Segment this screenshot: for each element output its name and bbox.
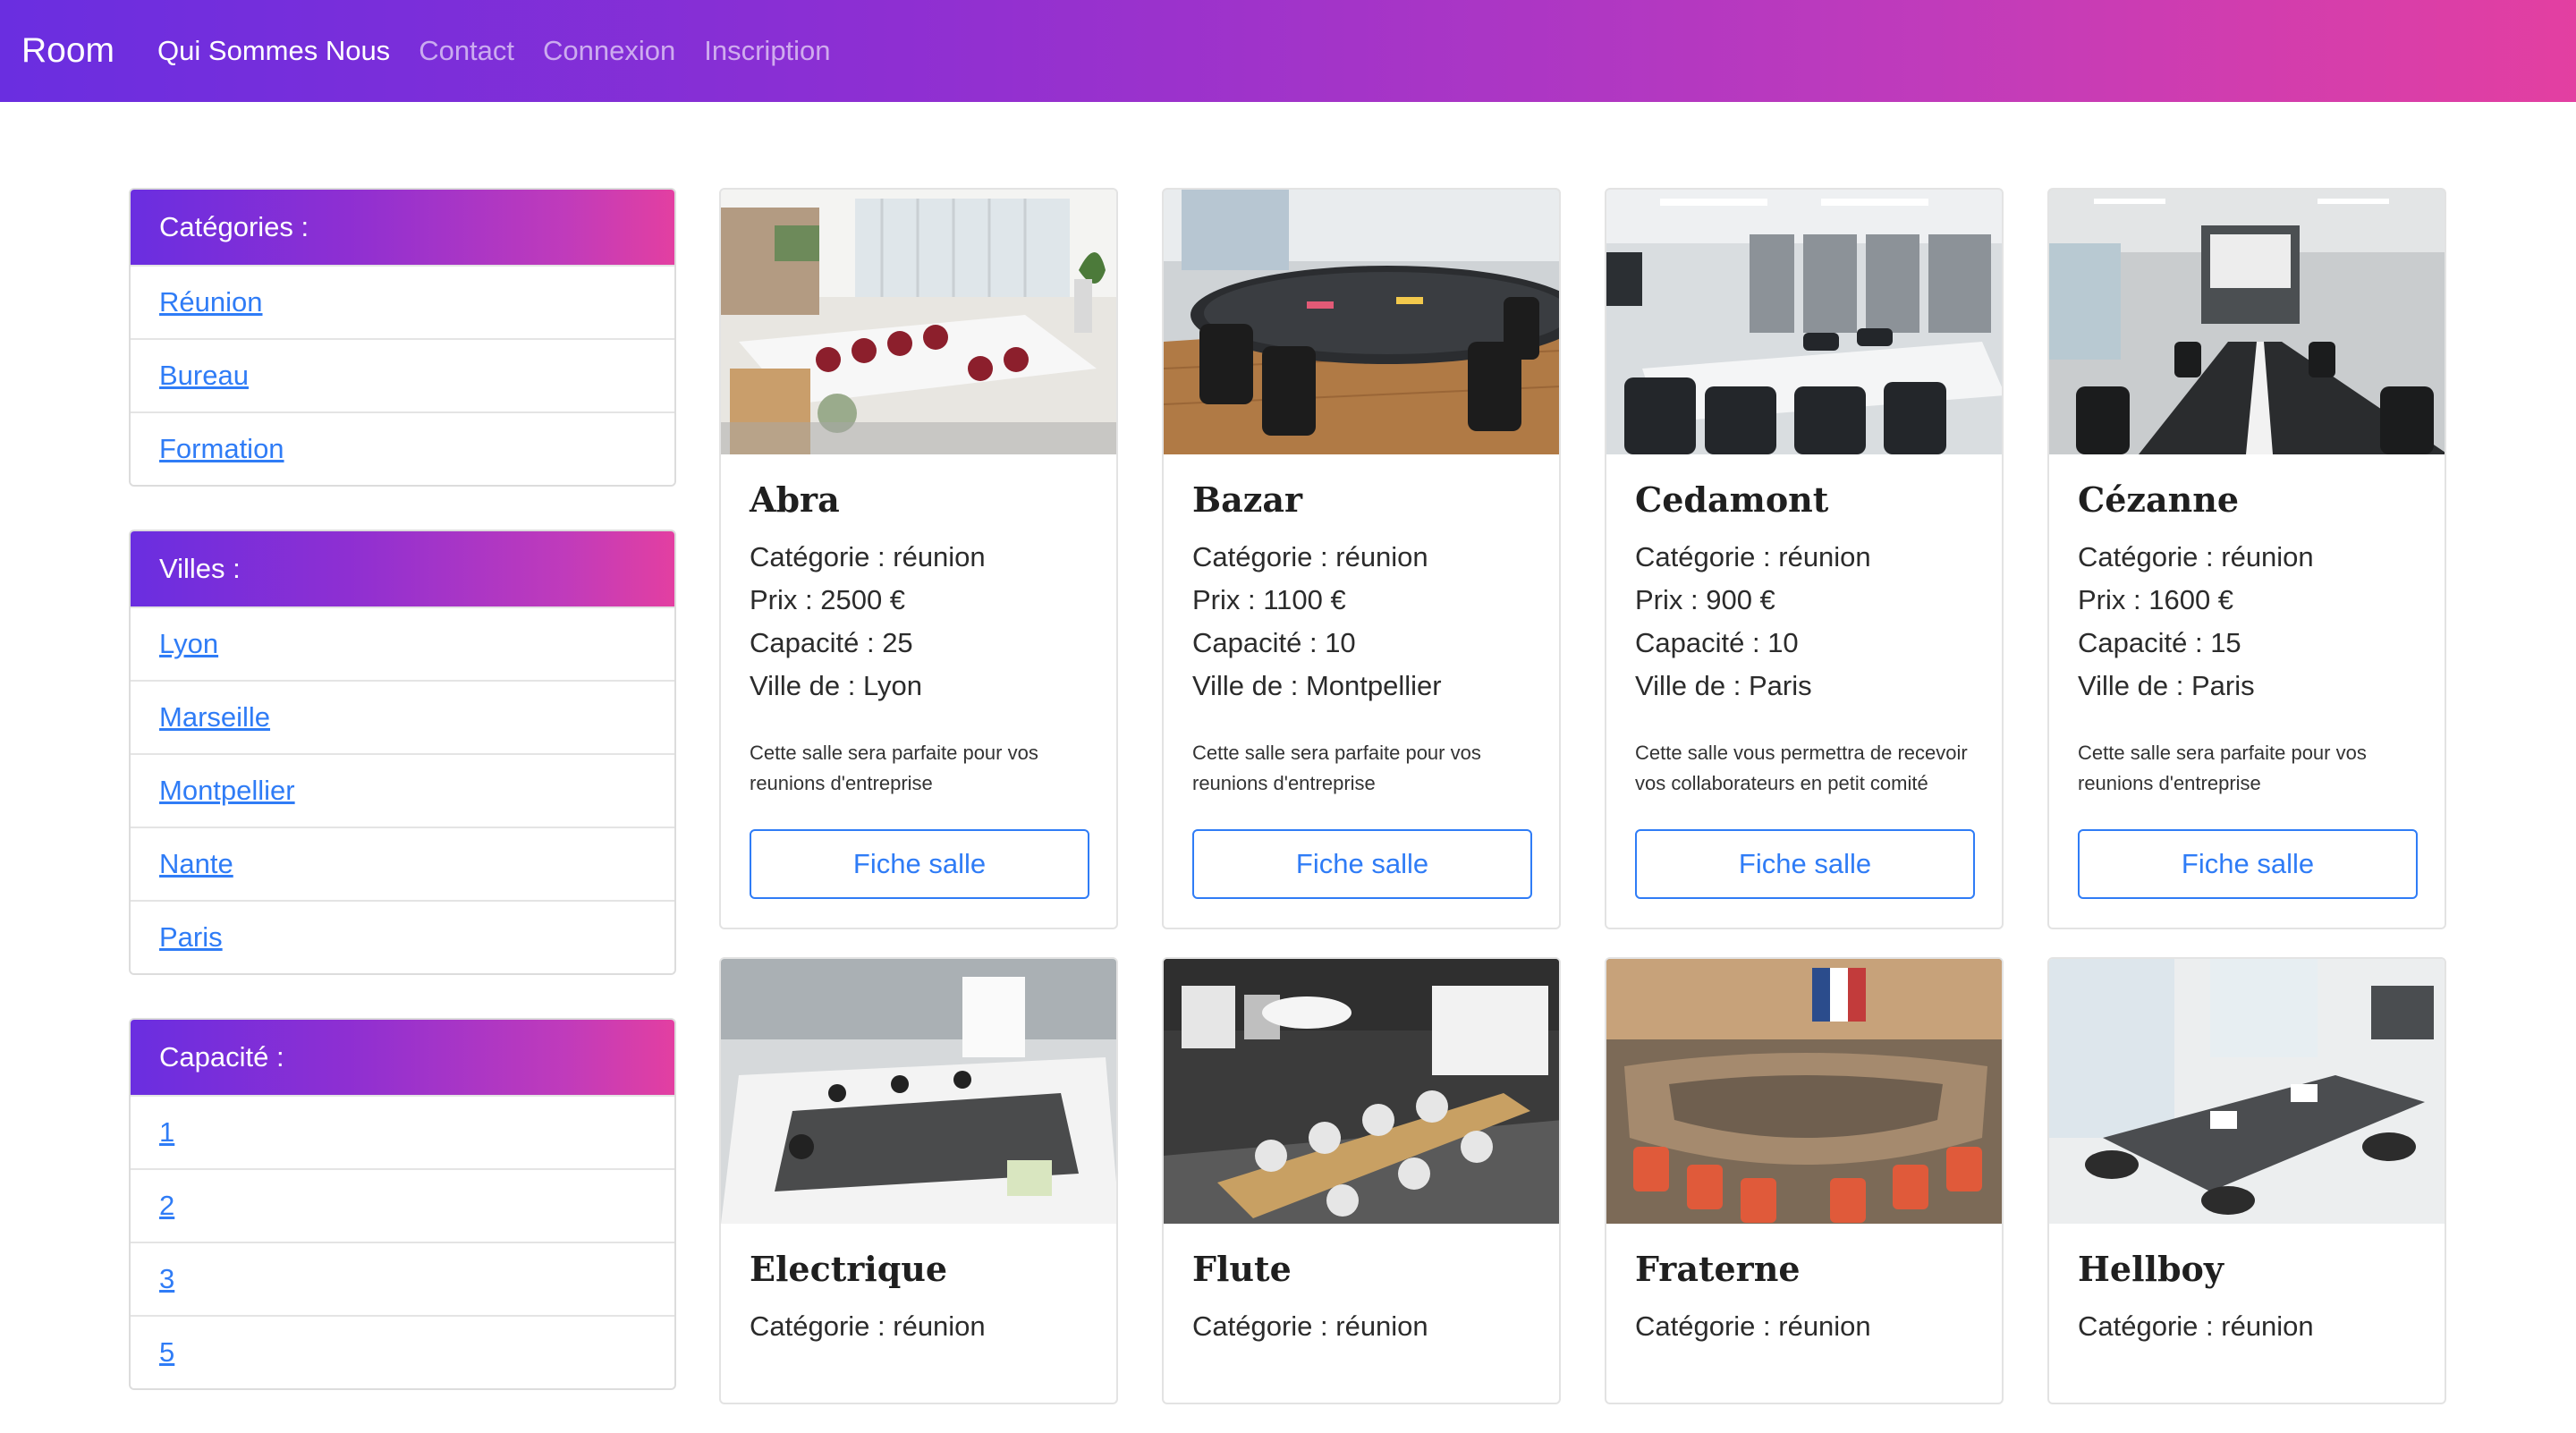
capacity-link-5[interactable]: 5 <box>159 1336 174 1369</box>
capacity-panel: Capacité : 1 2 3 5 <box>129 1018 676 1390</box>
room-category: Catégorie : réunion <box>1635 1310 1871 1342</box>
fiche-salle-button-cedamont[interactable]: Fiche salle <box>1635 829 1975 899</box>
room-name: Cézanne <box>2078 479 2240 520</box>
category-item-bureau: Bureau <box>131 338 674 411</box>
categories-panel-title: Catégories : <box>131 190 674 265</box>
nav-link-contact[interactable]: Contact <box>419 35 514 67</box>
room-category: Catégorie : réunion <box>750 541 986 572</box>
room-photo-electrique <box>721 959 1116 1224</box>
city-link-nante[interactable]: Nante <box>159 848 233 880</box>
city-link-marseille[interactable]: Marseille <box>159 701 270 733</box>
city-link-paris[interactable]: Paris <box>159 921 223 954</box>
room-name: Cedamont <box>1635 479 1829 520</box>
room-capacity: Capacité : 25 <box>750 627 913 658</box>
nav-link-connexion[interactable]: Connexion <box>543 35 675 67</box>
room-capacity: Capacité : 15 <box>2078 627 2241 658</box>
sidebar: Catégories : Réunion Bureau Formation Vi… <box>129 188 676 1433</box>
fiche-salle-button-abra[interactable]: Fiche salle <box>750 829 1089 899</box>
city-item-paris: Paris <box>131 900 674 973</box>
brand-logo[interactable]: Room <box>21 31 114 71</box>
room-name: Electrique <box>750 1249 948 1289</box>
room-category: Catégorie : réunion <box>2078 541 2314 572</box>
room-card-body: Fraterne Catégorie : réunion <box>1606 1224 2002 1377</box>
room-capacity: Capacité : 10 <box>1192 627 1356 658</box>
city-item-lyon: Lyon <box>131 606 674 680</box>
cities-panel: Villes : Lyon Marseille Montpellier Nant… <box>129 530 676 975</box>
top-navbar: Room Qui Sommes Nous Contact Connexion I… <box>0 0 2576 102</box>
room-card-flute: Flute Catégorie : réunion <box>1162 957 1561 1404</box>
room-card-electrique: Electrique Catégorie : réunion <box>719 957 1118 1404</box>
room-capacity: Capacité : 10 <box>1635 627 1799 658</box>
room-card-abra: Abra Catégorie : réunion Prix : 2500 € C… <box>719 188 1118 929</box>
room-city: Ville de : Montpellier <box>1192 670 1442 701</box>
room-city: Ville de : Lyon <box>750 670 923 701</box>
capacity-link-2[interactable]: 2 <box>159 1190 174 1222</box>
categories-panel: Catégories : Réunion Bureau Formation <box>129 188 676 487</box>
city-link-lyon[interactable]: Lyon <box>159 628 218 660</box>
room-photo-flute <box>1164 959 1559 1224</box>
capacity-item-2: 2 <box>131 1168 674 1242</box>
room-card-bazar: Bazar Catégorie : réunion Prix : 1100 € … <box>1162 188 1561 929</box>
room-price: Prix : 900 € <box>1635 584 1775 615</box>
city-link-montpellier[interactable]: Montpellier <box>159 775 295 807</box>
room-price: Prix : 1100 € <box>1192 584 1346 615</box>
category-item-formation: Formation <box>131 411 674 485</box>
nav-link-inscription[interactable]: Inscription <box>704 35 830 67</box>
capacity-item-5: 5 <box>131 1315 674 1388</box>
room-photo-fraterne <box>1606 959 2002 1224</box>
category-link-formation[interactable]: Formation <box>159 433 284 465</box>
city-item-nante: Nante <box>131 827 674 900</box>
room-card-body: Flute Catégorie : réunion <box>1164 1224 1559 1377</box>
room-category: Catégorie : réunion <box>1192 1310 1428 1342</box>
room-price: Prix : 1600 € <box>2078 584 2234 615</box>
capacity-item-3: 3 <box>131 1242 674 1315</box>
room-card-cezanne: Cézanne Catégorie : réunion Prix : 1600 … <box>2047 188 2446 929</box>
room-card-cedamont: Cedamont Catégorie : réunion Prix : 900 … <box>1605 188 2004 929</box>
room-card-body: Bazar Catégorie : réunion Prix : 1100 € … <box>1164 454 1559 928</box>
cities-panel-title: Villes : <box>131 531 674 606</box>
room-card-body: Abra Catégorie : réunion Prix : 2500 € C… <box>721 454 1116 928</box>
room-photo-bazar <box>1164 190 1559 454</box>
room-photo-abra <box>721 190 1116 454</box>
city-item-montpellier: Montpellier <box>131 753 674 827</box>
nav-link-qui-sommes-nous[interactable]: Qui Sommes Nous <box>157 35 390 67</box>
room-card-hellboy: Hellboy Catégorie : réunion <box>2047 957 2446 1404</box>
room-name: Flute <box>1192 1249 1292 1289</box>
room-name: Hellboy <box>2078 1249 2224 1289</box>
room-photo-cedamont <box>1606 190 2002 454</box>
capacity-link-3[interactable]: 3 <box>159 1263 174 1295</box>
room-card-body: Cézanne Catégorie : réunion Prix : 1600 … <box>2049 454 2445 928</box>
category-item-reunion: Réunion <box>131 265 674 338</box>
room-description: Cette salle sera parfaite pour vos reuni… <box>2078 742 2367 794</box>
room-card-body: Cedamont Catégorie : réunion Prix : 900 … <box>1606 454 2002 928</box>
fiche-salle-button-cezanne[interactable]: Fiche salle <box>2078 829 2418 899</box>
room-name: Abra <box>750 479 840 520</box>
category-link-bureau[interactable]: Bureau <box>159 360 249 392</box>
room-photo-cezanne <box>2049 190 2445 454</box>
room-city: Ville de : Paris <box>1635 670 1812 701</box>
room-name: Bazar <box>1192 479 1302 520</box>
city-item-marseille: Marseille <box>131 680 674 753</box>
room-photo-hellboy <box>2049 959 2445 1224</box>
capacity-link-1[interactable]: 1 <box>159 1116 174 1149</box>
fiche-salle-button-bazar[interactable]: Fiche salle <box>1192 829 1532 899</box>
room-name: Fraterne <box>1635 1249 1801 1289</box>
room-price: Prix : 2500 € <box>750 584 906 615</box>
room-category: Catégorie : réunion <box>2078 1310 2314 1342</box>
room-category: Catégorie : réunion <box>1635 541 1871 572</box>
room-card-body: Hellboy Catégorie : réunion <box>2049 1224 2445 1377</box>
room-description: Cette salle vous permettra de recevoir v… <box>1635 742 1968 794</box>
room-card-fraterne: Fraterne Catégorie : réunion <box>1605 957 2004 1404</box>
room-description: Cette salle sera parfaite pour vos reuni… <box>750 742 1038 794</box>
room-card-body: Electrique Catégorie : réunion <box>721 1224 1116 1377</box>
room-description: Cette salle sera parfaite pour vos reuni… <box>1192 742 1481 794</box>
capacity-panel-title: Capacité : <box>131 1020 674 1095</box>
room-category: Catégorie : réunion <box>1192 541 1428 572</box>
category-link-reunion[interactable]: Réunion <box>159 286 262 318</box>
room-category: Catégorie : réunion <box>750 1310 986 1342</box>
room-city: Ville de : Paris <box>2078 670 2255 701</box>
capacity-item-1: 1 <box>131 1095 674 1168</box>
